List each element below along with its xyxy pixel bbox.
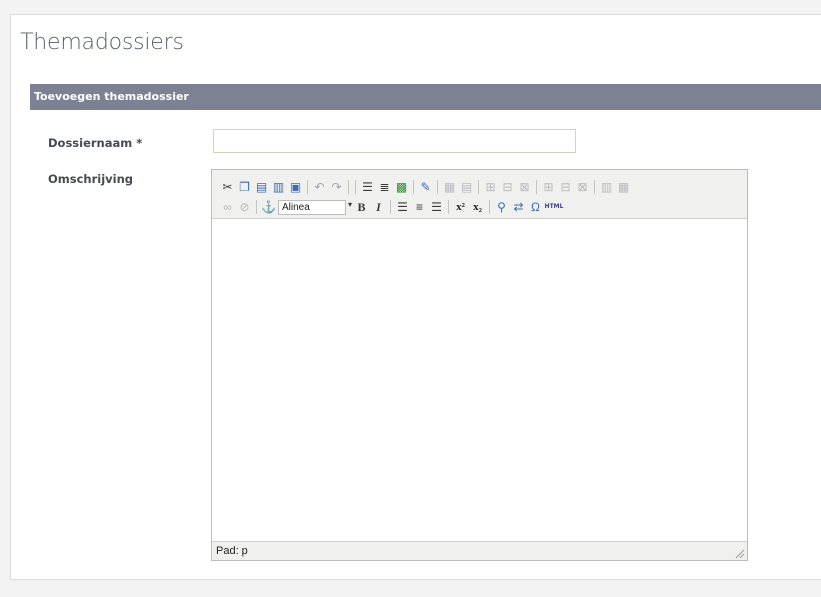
col-before-icon[interactable]: ⊞ [541,180,556,195]
toolbar-separator [489,200,490,214]
subscript-icon[interactable]: x₂ [470,200,485,215]
toolbar-separator [594,180,595,194]
row-after-icon[interactable]: ⊟ [500,180,515,195]
italic-icon[interactable]: I [371,200,386,215]
toolbar-row-2: ∞ ⊘ ⚓ Alinea ▾ B I ☰ ≡ ☰ x² x₂ ⚲ ⇄ Ω HTM… [220,198,565,216]
editor-content-area[interactable] [212,219,747,541]
cut-icon[interactable]: ✂ [220,180,235,195]
toolbar-separator [355,180,356,194]
undo-icon[interactable]: ↶ [312,180,327,195]
toolbar-separator [437,180,438,194]
editor-toolbar: ✂ ❐ ▤ ▥ ▣ ↶ ↷ ☰ ≣ ▩ ✎ ▦ ▤ ⊞ ⊟ ⊠ ⊞ ⊟ ⊠ ▥ … [212,170,747,219]
element-path: Pad: p [216,545,248,557]
split-cells-icon[interactable]: ▥ [599,180,614,195]
unlink-icon[interactable]: ⊘ [237,200,252,215]
dossier-name-label: Dossiernaam * [48,136,143,150]
delete-col-icon[interactable]: ⊠ [575,180,590,195]
superscript-icon[interactable]: x² [453,200,468,215]
section-header: Toevoegen themadossier [30,84,821,110]
special-char-icon[interactable]: Ω [528,200,543,215]
bold-icon[interactable]: B [354,200,369,215]
table-props-icon[interactable]: ▤ [459,180,474,195]
rich-text-editor: ✂ ❐ ▤ ▥ ▣ ↶ ↷ ☰ ≣ ▩ ✎ ▦ ▤ ⊞ ⊟ ⊠ ⊞ ⊟ ⊠ ▥ … [211,169,748,561]
align-center-icon[interactable]: ≡ [412,200,427,215]
redo-icon[interactable]: ↷ [329,180,344,195]
dossier-name-input[interactable] [213,129,576,153]
editor-status-bar: Pad: p [212,541,747,560]
format-select-value: Alinea [282,201,310,213]
toolbar-separator [413,180,414,194]
page-title: Themadossiers [20,30,184,55]
row-before-icon[interactable]: ⊞ [483,180,498,195]
image-icon[interactable]: ▩ [394,180,409,195]
find-icon[interactable]: ⚲ [494,200,509,215]
toolbar-separator [536,180,537,194]
toolbar-row-1: ✂ ❐ ▤ ▥ ▣ ↶ ↷ ☰ ≣ ▩ ✎ ▦ ▤ ⊞ ⊟ ⊠ ⊞ ⊟ ⊠ ▥ … [220,178,633,196]
toolbar-separator [448,200,449,214]
paste-icon[interactable]: ▤ [254,180,269,195]
html-source-icon[interactable]: HTML [545,200,564,215]
merge-cells-icon[interactable]: ▦ [616,180,631,195]
toolbar-separator [307,180,308,194]
chevron-down-icon: ▾ [347,199,352,209]
paste-word-icon[interactable]: ▣ [288,180,303,195]
edit-icon[interactable]: ✎ [418,180,433,195]
numbered-list-icon[interactable]: ≣ [377,180,392,195]
replace-icon[interactable]: ⇄ [511,200,526,215]
toolbar-separator [256,200,257,214]
align-right-icon[interactable]: ☰ [429,200,444,215]
table-icon[interactable]: ▦ [442,180,457,195]
copy-icon[interactable]: ❐ [237,180,252,195]
description-label: Omschrijving [48,172,134,186]
delete-row-icon[interactable]: ⊠ [517,180,532,195]
toolbar-separator [390,200,391,214]
toolbar-separator [348,180,349,194]
anchor-icon[interactable]: ⚓ [261,200,276,215]
paste-text-icon[interactable]: ▥ [271,180,286,195]
align-left-icon[interactable]: ☰ [395,200,410,215]
format-select[interactable]: Alinea ▾ [278,199,352,215]
link-icon[interactable]: ∞ [220,200,235,215]
col-after-icon[interactable]: ⊟ [558,180,573,195]
resize-grip-icon[interactable] [734,548,745,559]
toolbar-separator [478,180,479,194]
bullet-list-icon[interactable]: ☰ [360,180,375,195]
